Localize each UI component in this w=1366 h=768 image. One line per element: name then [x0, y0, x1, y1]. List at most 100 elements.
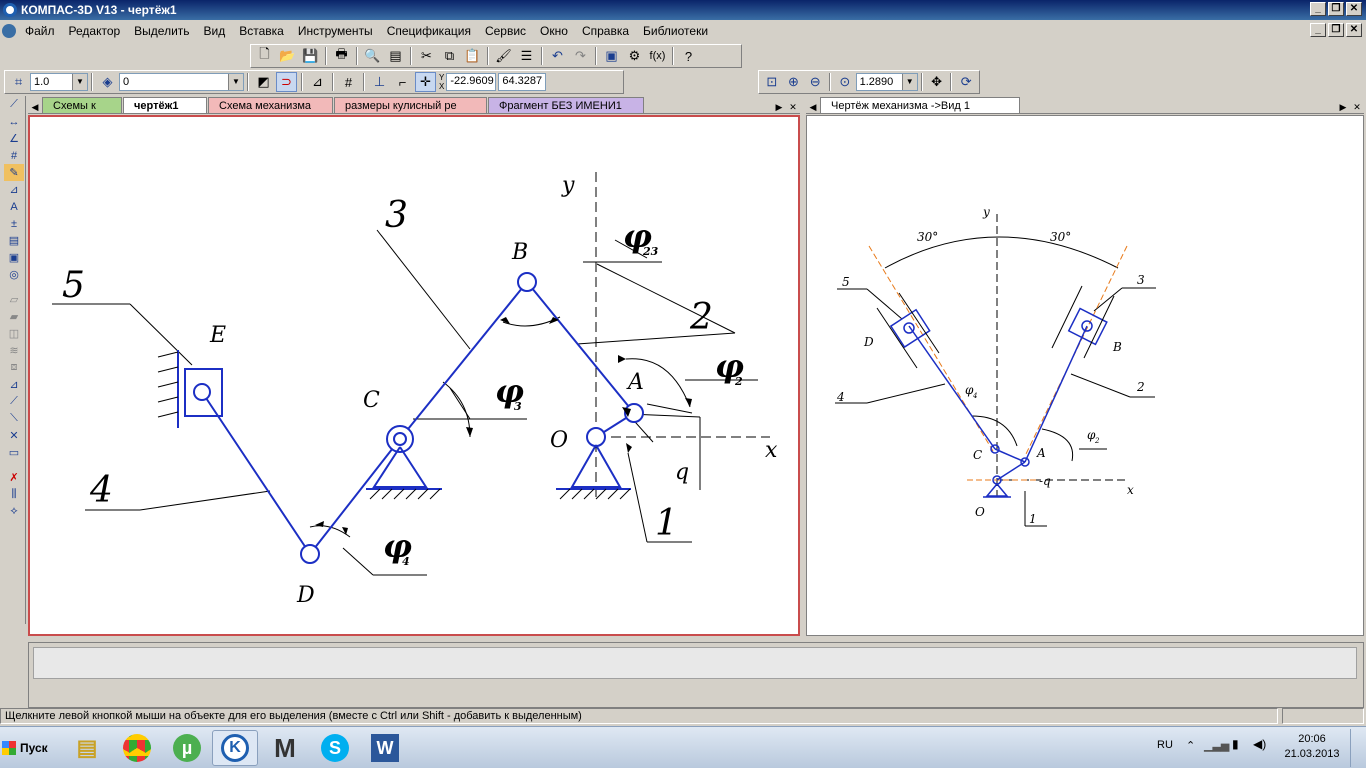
select-icon[interactable]: A — [4, 198, 24, 215]
associative-view-icon[interactable]: ± — [4, 215, 24, 232]
tool-4-icon[interactable]: ≋ — [4, 342, 24, 359]
tool-9-icon[interactable]: ✕ — [4, 427, 24, 444]
menu-specification[interactable]: Спецификация — [380, 24, 478, 38]
tool-6-icon[interactable]: ⊿ — [4, 376, 24, 393]
doc-minimize-button[interactable]: _ — [1310, 23, 1326, 37]
scale-combo[interactable]: 1.0 ▼ — [30, 73, 88, 91]
tool-2-icon[interactable]: ▰ — [4, 308, 24, 325]
symbols-icon[interactable]: ∠ — [4, 130, 24, 147]
zoom-window-icon[interactable]: ⊡ — [762, 72, 782, 92]
tab-close-icon[interactable]: ✕ — [786, 102, 800, 113]
insert-fragment-icon[interactable]: ◎ — [4, 266, 24, 283]
document-icon[interactable] — [2, 24, 16, 38]
volume-icon[interactable]: ◀) — [1253, 737, 1266, 751]
zoom-out-icon[interactable]: ⊖ — [805, 72, 825, 92]
style-icon[interactable]: ◩ — [253, 72, 274, 92]
doc-close-button[interactable]: ✕ — [1346, 23, 1362, 37]
layers-icon[interactable]: ◈ — [97, 72, 118, 92]
save-icon[interactable]: 💾 — [300, 46, 321, 66]
report-icon[interactable]: ▣ — [4, 249, 24, 266]
grid-icon[interactable]: # — [338, 72, 359, 92]
ortho-icon[interactable]: ⊿ — [307, 72, 328, 92]
menu-insert[interactable]: Вставка — [232, 24, 291, 38]
tool-11-icon[interactable]: ⫼ — [4, 486, 24, 503]
layout-icon[interactable]: ▤ — [385, 46, 406, 66]
minimize-button[interactable]: _ — [1310, 2, 1326, 16]
local-cs-icon[interactable]: ⊥ — [369, 72, 390, 92]
clock[interactable]: 20:06 21.03.2013 — [1282, 732, 1342, 762]
tool-7-icon[interactable]: ⟋ — [4, 393, 24, 410]
menu-libraries[interactable]: Библиотеки — [636, 24, 715, 38]
tool-5-icon[interactable]: ⧈ — [4, 359, 24, 376]
menu-help[interactable]: Справка — [575, 24, 636, 38]
tab-schemes[interactable]: Схемы к — [42, 97, 122, 113]
pan-icon[interactable]: ✥ — [927, 72, 947, 92]
utorrent-taskbar-icon[interactable]: µ — [164, 730, 210, 766]
tab-mechanism-scheme[interactable]: Схема механизма — [208, 97, 333, 113]
context-help-icon[interactable]: ? — [678, 46, 699, 66]
coord-y-field[interactable]: 64.3287 — [498, 73, 547, 91]
new-document-icon[interactable]: 🗋 — [254, 46, 275, 66]
tool-3-icon[interactable]: ◫ — [4, 325, 24, 342]
restore-button[interactable]: ❐ — [1328, 2, 1344, 16]
chrome-taskbar-icon[interactable] — [114, 730, 160, 766]
drawing-panel-left[interactable]: y x B A O C D E q 1 2 3 4 5 φ 23 φ 2 φ 3… — [28, 115, 800, 636]
variables-fx-icon[interactable]: f(x) — [647, 46, 668, 66]
step-icon[interactable]: ⌗ — [8, 72, 29, 92]
tab-sizes[interactable]: размеры кулисный ре — [334, 97, 487, 113]
word-taskbar-icon[interactable]: W — [362, 730, 408, 766]
menu-file[interactable]: Файл — [18, 24, 62, 38]
property-field[interactable] — [33, 647, 1357, 679]
measure-icon[interactable]: ⊿ — [4, 181, 24, 198]
tab-mechanism-drawing-view1[interactable]: Чертёж механизма ->Вид 1 — [820, 97, 1020, 113]
tab-fragment[interactable]: Фрагмент БЕЗ ИМЕНИ1 — [488, 97, 644, 113]
network-icon[interactable]: ▁▃▅ — [1204, 739, 1229, 752]
menu-editor[interactable]: Редактор — [62, 24, 128, 38]
preview-icon[interactable]: 🔍 — [362, 46, 383, 66]
menu-select[interactable]: Выделить — [127, 24, 196, 38]
properties-brush-icon[interactable]: 🖌 — [493, 46, 514, 66]
explorer-taskbar-icon[interactable]: ▤ — [64, 730, 110, 766]
snap-magnet-icon[interactable]: ⊃ — [276, 72, 297, 92]
tab-drawing1[interactable]: чертёж1 — [123, 97, 207, 113]
undo-icon[interactable]: ↶ — [547, 46, 568, 66]
manager-icon[interactable]: ▣ — [601, 46, 622, 66]
tool-8-icon[interactable]: ⟍ — [4, 410, 24, 427]
drawing-panel-right[interactable]: y x 30° 30° 3 5 2 4 1 B D C A O -q φ 4 φ… — [806, 115, 1364, 636]
zoom-dynamic-icon[interactable]: ⊙ — [835, 72, 855, 92]
list-icon[interactable]: ☰ — [516, 46, 537, 66]
layer-combo[interactable]: 0 ▼ — [119, 73, 244, 91]
start-button[interactable]: Пуск — [2, 733, 56, 763]
menu-window[interactable]: Окно — [533, 24, 575, 38]
cursor-round-icon[interactable]: ✛ — [415, 72, 436, 92]
menu-tools[interactable]: Инструменты — [291, 24, 380, 38]
zoom-in-icon[interactable]: ⊕ — [784, 72, 804, 92]
right-tab-scroll-right-icon[interactable]: ▶ — [1336, 102, 1350, 113]
edit-icon[interactable]: # — [4, 147, 24, 164]
menu-service[interactable]: Сервис — [478, 24, 533, 38]
right-tab-scroll-left-icon[interactable]: ◀ — [806, 102, 820, 113]
show-desktop-button[interactable] — [1350, 729, 1364, 767]
tab-scroll-right-icon[interactable]: ▶ — [772, 102, 786, 113]
redo-icon[interactable]: ↷ — [570, 46, 591, 66]
tool-10-icon[interactable]: ▭ — [4, 444, 24, 461]
print-icon[interactable]: 🖶 — [331, 46, 352, 66]
open-icon[interactable]: 📂 — [277, 46, 298, 66]
orthogonal-mode-icon[interactable]: ⌐ — [392, 72, 413, 92]
delete-icon[interactable]: ✗ — [4, 469, 24, 486]
doc-restore-button[interactable]: ❐ — [1328, 23, 1344, 37]
tool-1-icon[interactable]: ▱ — [4, 291, 24, 308]
menu-view[interactable]: Вид — [197, 24, 233, 38]
kompas-taskbar-icon[interactable]: K — [212, 730, 258, 766]
parametrization-icon[interactable]: ✎ — [4, 164, 24, 181]
close-button[interactable]: ✕ — [1346, 2, 1362, 16]
geometry-icon[interactable]: ⟋ — [4, 96, 24, 113]
mathcad-taskbar-icon[interactable]: M — [262, 730, 308, 766]
show-hidden-icons-icon[interactable]: ⌃ — [1186, 739, 1195, 752]
copy-icon[interactable]: ⧉ — [439, 46, 460, 66]
cut-icon[interactable]: ✂ — [416, 46, 437, 66]
paste-icon[interactable]: 📋 — [462, 46, 483, 66]
coord-x-field[interactable]: -22.9609 — [446, 73, 497, 91]
skype-taskbar-icon[interactable]: S — [312, 730, 358, 766]
refresh-icon[interactable]: ⟳ — [956, 72, 976, 92]
